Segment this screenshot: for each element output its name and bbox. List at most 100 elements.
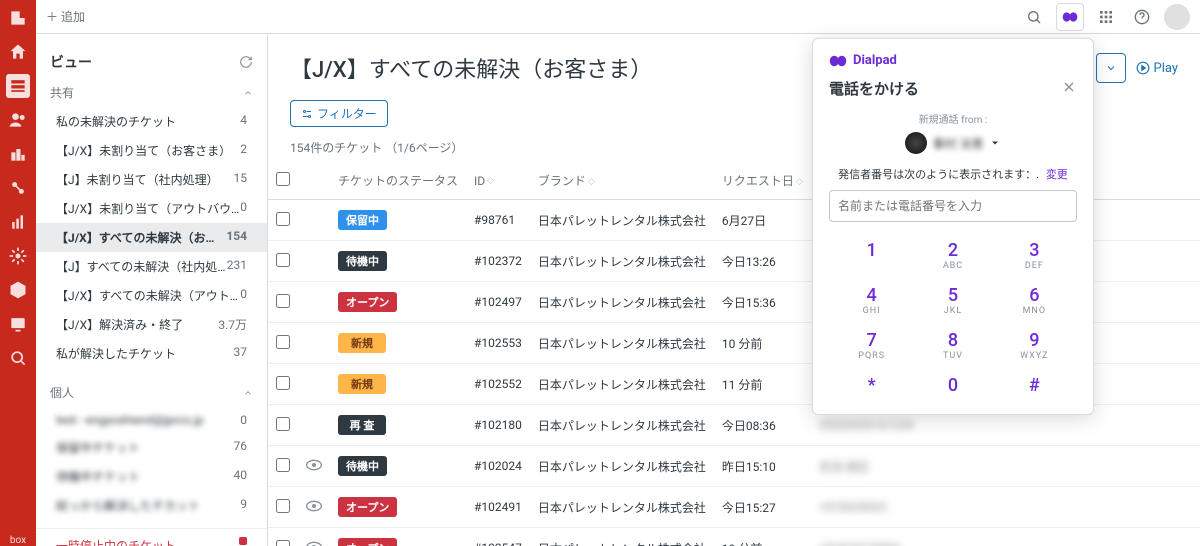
chevron-down-icon bbox=[989, 137, 1001, 149]
apps-button[interactable] bbox=[1092, 3, 1120, 31]
brand: 日本パレットレンタル株式会社 bbox=[530, 200, 714, 241]
row-checkbox[interactable] bbox=[276, 335, 290, 349]
request-date: 11 分前 bbox=[714, 364, 811, 405]
search-icon[interactable] bbox=[8, 348, 28, 368]
select-all-checkbox[interactable] bbox=[276, 172, 290, 186]
page-info: （1/6ページ） bbox=[385, 141, 463, 155]
home-icon[interactable] bbox=[8, 42, 28, 62]
requester: 20220526161234 bbox=[819, 418, 913, 432]
play-menu-caret[interactable] bbox=[1096, 53, 1126, 83]
col-id[interactable]: ID◇ bbox=[466, 162, 530, 200]
row-checkbox[interactable] bbox=[276, 499, 290, 513]
reporting-icon[interactable] bbox=[8, 178, 28, 198]
add-tab[interactable]: ＋ 追加 bbox=[46, 8, 85, 25]
org-icon[interactable] bbox=[8, 144, 28, 164]
views-heading: ビュー bbox=[50, 52, 92, 72]
view-count: 9 bbox=[240, 497, 247, 514]
row-checkbox[interactable] bbox=[276, 417, 290, 431]
dial-info bbox=[921, 446, 1197, 487]
col-brand[interactable]: ブランド◇ bbox=[530, 162, 714, 200]
paused-tickets[interactable]: 一時停止中のチケット bbox=[36, 528, 267, 546]
dialpad-key[interactable]: 5JKL bbox=[922, 281, 983, 320]
dialpad-app-button[interactable] bbox=[1056, 3, 1084, 31]
dialpad-key[interactable]: 8TUV bbox=[922, 326, 983, 365]
dialpad-title: 電話をかける bbox=[829, 78, 919, 99]
dialpad-key[interactable]: # bbox=[1004, 371, 1065, 400]
dialpad-key[interactable]: * bbox=[841, 371, 902, 400]
user-name: 事村 法恵 bbox=[933, 135, 984, 152]
brand: 日本パレットレンタル株式会社 bbox=[530, 364, 714, 405]
sidebar-item[interactable]: 待機中チケット40 bbox=[36, 462, 267, 491]
chevron-up-icon bbox=[243, 388, 253, 398]
view-count: 2 bbox=[240, 142, 247, 159]
brand: 日本パレットレンタル株式会社 bbox=[530, 323, 714, 364]
view-label: 待機中チケット bbox=[56, 468, 140, 485]
dialpad-key[interactable]: 3DEF bbox=[1004, 236, 1065, 275]
sidebar-item[interactable]: test - engyoshiend@jprco.jp0 bbox=[36, 407, 267, 433]
row-checkbox[interactable] bbox=[276, 540, 290, 546]
dialpad-key[interactable]: 9WXYZ bbox=[1004, 326, 1065, 365]
dialpad-key[interactable]: 2ABC bbox=[922, 236, 983, 275]
table-row[interactable]: オープン #102547 日本パレットレンタル株式会社 19 分前 +81875… bbox=[268, 528, 1200, 546]
filter-button[interactable]: フィルター bbox=[290, 100, 388, 127]
sidebar-item[interactable]: 【J/X】すべての未解決（お客さ...154 bbox=[36, 223, 267, 252]
play-button[interactable]: Play bbox=[1136, 61, 1179, 76]
personal-section[interactable]: 個人 bbox=[50, 384, 74, 401]
sidebar-item[interactable]: 【J】すべての未解決（社内処理）231 bbox=[36, 252, 267, 281]
search-button[interactable] bbox=[1020, 3, 1048, 31]
request-date: 6月27日 bbox=[714, 200, 811, 241]
col-reqdate[interactable]: リクエスト日◇ bbox=[714, 162, 811, 200]
close-icon[interactable] bbox=[1061, 79, 1077, 99]
box-icon[interactable]: box bbox=[10, 535, 26, 546]
dialpad-key[interactable]: 4GHI bbox=[841, 281, 902, 320]
view-label: 【J/X】解決済み・終了 bbox=[56, 316, 183, 333]
dialpad-key[interactable]: 6MNO bbox=[1004, 281, 1065, 320]
chevron-up-icon bbox=[243, 88, 253, 98]
dialpad-key[interactable]: 7PQRS bbox=[841, 326, 902, 365]
row-checkbox[interactable] bbox=[276, 212, 290, 226]
row-checkbox[interactable] bbox=[276, 458, 290, 472]
sidebar-item[interactable]: 私の未解決のチケット4 bbox=[36, 107, 267, 136]
refresh-icon[interactable] bbox=[239, 55, 253, 69]
table-row[interactable]: 待機中 #102024 日本パレットレンタル株式会社 昨日15:10 赤池 美区… bbox=[268, 446, 1200, 487]
requester: +818628063 bbox=[819, 500, 887, 514]
dial-input[interactable] bbox=[829, 190, 1077, 222]
help-button[interactable] bbox=[1128, 3, 1156, 31]
sidebar-item[interactable]: 保留中チケット76 bbox=[36, 433, 267, 462]
request-date: 今日15:36 bbox=[714, 282, 811, 323]
sidebar-item[interactable]: 私が解決したチケット37 bbox=[36, 339, 267, 368]
sidebar-item[interactable]: 【J/X】すべての未解決（アウトバウ...0 bbox=[36, 281, 267, 310]
caller-id-line: 発信者番号は次のように表示されます：. 変更 bbox=[829, 166, 1077, 182]
profile-avatar[interactable] bbox=[1164, 4, 1190, 30]
play-label: Play bbox=[1154, 61, 1179, 76]
view-label: 【J/X】未割り当て（お客さま） bbox=[56, 142, 231, 159]
logo-icon[interactable] bbox=[8, 8, 28, 28]
views-icon[interactable] bbox=[6, 74, 30, 98]
sidebar-item[interactable]: 【J/X】未割り当て（お客さま） 2 bbox=[36, 136, 267, 165]
sidebar-item[interactable]: 【J/X】未割り当て（アウトバウンド・X...0 bbox=[36, 194, 267, 223]
view-label: 【J】未割り当て（社内処理） bbox=[56, 171, 219, 188]
sidebar-item[interactable]: 絞っから解決したチカット9 bbox=[36, 491, 267, 520]
package-icon[interactable] bbox=[8, 280, 28, 300]
sidebar-item[interactable]: 【J】未割り当て（社内処理）15 bbox=[36, 165, 267, 194]
sidebar: ビュー 共有 私の未解決のチケット4 【J/X】未割り当て（お客さま） 2 【J】未割… bbox=[36, 34, 268, 546]
ticket-id: #102553 bbox=[466, 323, 530, 364]
customers-icon[interactable] bbox=[8, 110, 28, 130]
row-checkbox[interactable] bbox=[276, 253, 290, 267]
col-status[interactable]: チケットのステータス bbox=[330, 162, 466, 200]
view-label: 私が解決したチケット bbox=[56, 345, 176, 362]
stats-icon[interactable] bbox=[8, 212, 28, 232]
from-user-selector[interactable]: 事村 法恵 bbox=[829, 132, 1077, 154]
requester: 赤池 美区 bbox=[819, 460, 870, 474]
settings-icon[interactable] bbox=[8, 246, 28, 266]
topbar: ＋ 追加 bbox=[36, 0, 1200, 34]
dialpad-key[interactable]: 1 bbox=[841, 236, 902, 275]
dialpad-key[interactable]: 0 bbox=[922, 371, 983, 400]
shared-section[interactable]: 共有 bbox=[50, 84, 74, 101]
table-row[interactable]: オープン #102491 日本パレットレンタル株式会社 今日15:27 +818… bbox=[268, 487, 1200, 528]
sidebar-item[interactable]: 【J/X】解決済み・終了3.7万 bbox=[36, 310, 267, 339]
row-checkbox[interactable] bbox=[276, 376, 290, 390]
change-caller-id[interactable]: 変更 bbox=[1046, 168, 1068, 181]
monitor-icon[interactable] bbox=[8, 314, 28, 334]
row-checkbox[interactable] bbox=[276, 294, 290, 308]
